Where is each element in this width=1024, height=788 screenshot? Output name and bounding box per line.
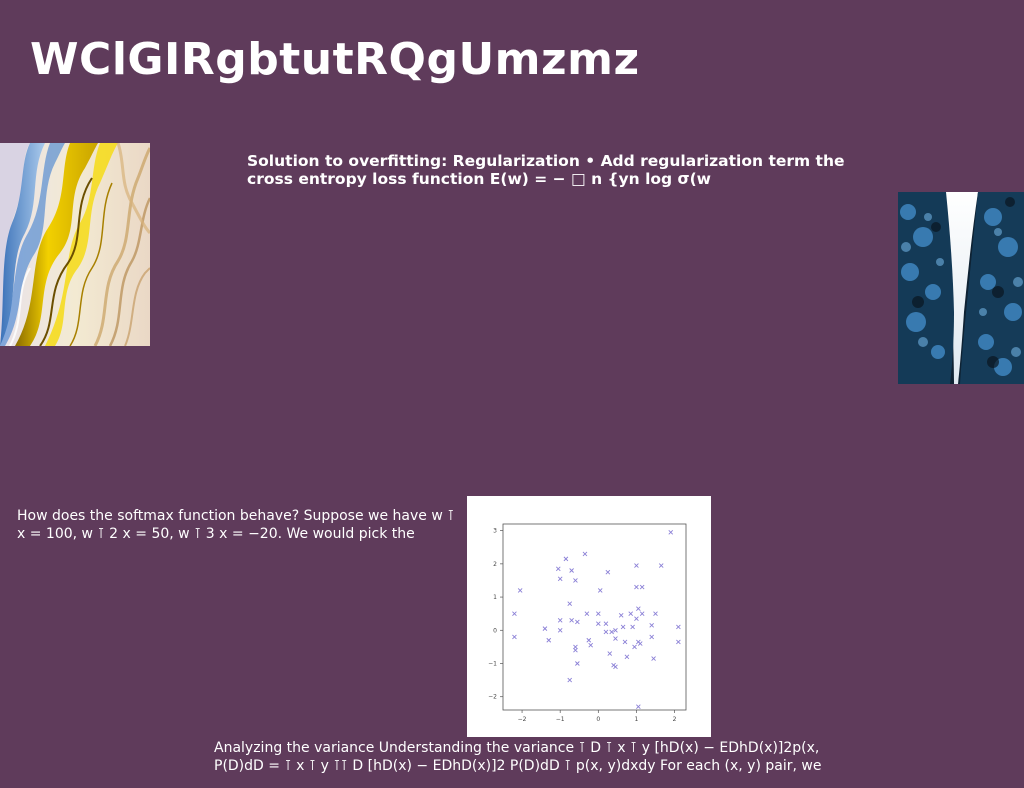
scatter-point xyxy=(651,656,656,661)
scatter-point xyxy=(624,654,630,660)
scatter-point xyxy=(668,529,674,535)
scatter-chart-svg: −2 −1 0 1 2 −2 −1 0 1 2 3 xyxy=(488,523,687,723)
scatter-point xyxy=(634,584,639,590)
scatter-point xyxy=(569,618,574,623)
scatter-point xyxy=(653,611,658,616)
scatter-point xyxy=(595,621,601,626)
scatter-point xyxy=(658,563,664,568)
scatter-point xyxy=(517,588,523,593)
scatter-point xyxy=(512,634,517,640)
scatter-point xyxy=(573,647,578,653)
scatter-point xyxy=(634,563,639,568)
scatter-point xyxy=(557,627,563,633)
scatter-point xyxy=(573,578,578,583)
scatter-point xyxy=(634,616,639,621)
y-tick-label: 3 xyxy=(493,528,497,535)
x-tick-label: −1 xyxy=(556,716,565,723)
x-tick-label: −2 xyxy=(518,716,527,723)
scatter-point xyxy=(512,611,517,616)
scatter-point xyxy=(542,626,548,631)
scatter-point xyxy=(569,568,574,573)
scatter-point xyxy=(586,637,592,643)
scatter-point xyxy=(620,624,626,630)
scatter-point xyxy=(563,556,569,562)
scatter-point xyxy=(613,664,618,670)
y-tick-label: 0 xyxy=(493,627,497,634)
softmax-text: How does the softmax function behave? Su… xyxy=(17,508,455,542)
scatter-point xyxy=(649,634,655,640)
scatter-point xyxy=(605,569,611,575)
y-tick-label: 1 xyxy=(493,594,497,601)
scatter-point xyxy=(618,613,624,618)
scatter-point xyxy=(613,627,618,633)
scatter-point xyxy=(597,588,603,593)
slide-title: WClGIRgbtutRQgUmzmz xyxy=(30,34,640,85)
scatter-point xyxy=(649,622,655,628)
y-tick-label: −2 xyxy=(488,694,497,701)
scatter-point xyxy=(603,621,609,626)
scatter-point xyxy=(609,629,614,635)
scatter-point xyxy=(637,641,643,646)
scatter-point xyxy=(622,639,628,645)
abstract-wave-image xyxy=(0,143,150,346)
y-tick-label: −1 xyxy=(488,661,497,668)
x-tick-label: 2 xyxy=(673,716,677,723)
scatter-point xyxy=(676,624,681,630)
scatter-point xyxy=(632,644,637,650)
scatter-point xyxy=(546,637,552,643)
x-tick-label: 1 xyxy=(635,716,639,723)
scatter-plot: −2 −1 0 1 2 −2 −1 0 1 2 3 xyxy=(467,496,711,737)
slide: WClGIRgbtutRQgUmzmz Solution to overfitt… xyxy=(0,0,1024,788)
x-tick-label: 0 xyxy=(596,716,600,723)
scatter-point xyxy=(555,566,561,572)
variance-text: Analyzing the variance Understanding the… xyxy=(214,740,822,774)
scatter-point xyxy=(595,611,601,616)
scatter-point xyxy=(575,619,580,625)
scatter-point xyxy=(636,704,641,709)
scatter-point xyxy=(582,551,588,557)
scatter-point xyxy=(639,611,645,616)
scatter-point xyxy=(636,606,641,612)
regularization-text: Solution to overfitting: Regularization … xyxy=(247,152,845,188)
scatter-point xyxy=(567,601,573,607)
scatter-point xyxy=(603,629,609,635)
scatter-point xyxy=(557,618,563,623)
scatter-point xyxy=(628,611,634,616)
scatter-point xyxy=(588,642,594,648)
scatter-point xyxy=(630,624,635,630)
scatter-point xyxy=(557,576,563,582)
scatter-point xyxy=(567,677,573,683)
scatter-point xyxy=(607,651,613,656)
plot-frame xyxy=(502,523,687,711)
forest-image xyxy=(898,192,1024,384)
scatter-point xyxy=(639,584,645,590)
y-tick-label: 2 xyxy=(493,561,497,568)
scatter-point xyxy=(584,611,590,616)
scatter-point xyxy=(676,639,681,645)
scatter-point xyxy=(613,636,618,641)
scatter-point xyxy=(575,661,580,666)
